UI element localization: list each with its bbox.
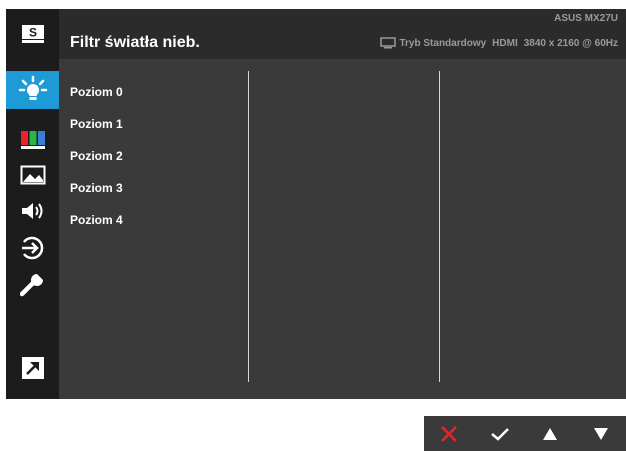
option-level-4[interactable]: Poziom 4 [70,213,123,227]
down-button[interactable] [581,419,621,449]
up-arrow-icon [543,427,558,440]
resolution-label: 3840 x 2160 @ 60Hz [523,37,618,49]
shortcut-icon [21,357,44,379]
splendid-icon-label: S [28,26,36,40]
option-level-2[interactable]: Poziom 2 [70,149,123,163]
sidebar-item-system-setup[interactable] [6,266,59,304]
page-title: Filtr światła nieb. [70,34,200,51]
system-setup-icon [19,274,44,297]
sidebar-item-shortcut[interactable] [6,349,59,387]
confirm-button[interactable] [480,419,520,449]
color-icon [20,131,45,149]
sidebar-item-blue-light-filter[interactable] [6,71,59,109]
input-select-icon [21,236,43,260]
monitor-icon [380,37,397,49]
header: Filtr światła nieb. ASUS MX27U Tryb Stan… [59,9,626,59]
key-bar [424,416,626,451]
sidebar-item-splendid[interactable]: S [6,15,59,53]
sidebar-item-input-select[interactable] [6,229,59,267]
image-icon [20,165,45,185]
sidebar-item-sound[interactable] [6,192,59,230]
column-divider-2 [439,71,440,382]
sidebar: S [6,9,59,399]
close-icon [441,425,458,442]
sound-icon [21,203,42,219]
splendid-icon: S [21,25,44,43]
model-name: ASUS MX27U [554,13,618,24]
column-divider-1 [248,71,249,382]
close-button[interactable] [429,419,469,449]
status-mode: Tryb Standardowy [380,37,486,49]
option-level-0[interactable]: Poziom 0 [70,85,123,99]
input-label: HDMI [492,37,518,49]
sidebar-item-color[interactable] [6,121,59,159]
option-level-1[interactable]: Poziom 1 [70,117,123,131]
down-arrow-icon [593,427,608,440]
sidebar-item-image[interactable] [6,156,59,194]
option-level-3[interactable]: Poziom 3 [70,181,123,195]
mode-label: Tryb Standardowy [399,37,487,49]
check-icon [490,427,509,441]
osd-menu: S Filtr światła nieb. ASUS MX27U Tryb St… [6,9,626,399]
status-line: Tryb Standardowy HDMI 3840 x 2160 @ 60Hz [380,37,618,49]
options-panel: Poziom 0 Poziom 1 Poziom 2 Poziom 3 Pozi… [59,59,626,399]
up-button[interactable] [530,419,570,449]
blue-light-filter-icon [18,75,47,100]
